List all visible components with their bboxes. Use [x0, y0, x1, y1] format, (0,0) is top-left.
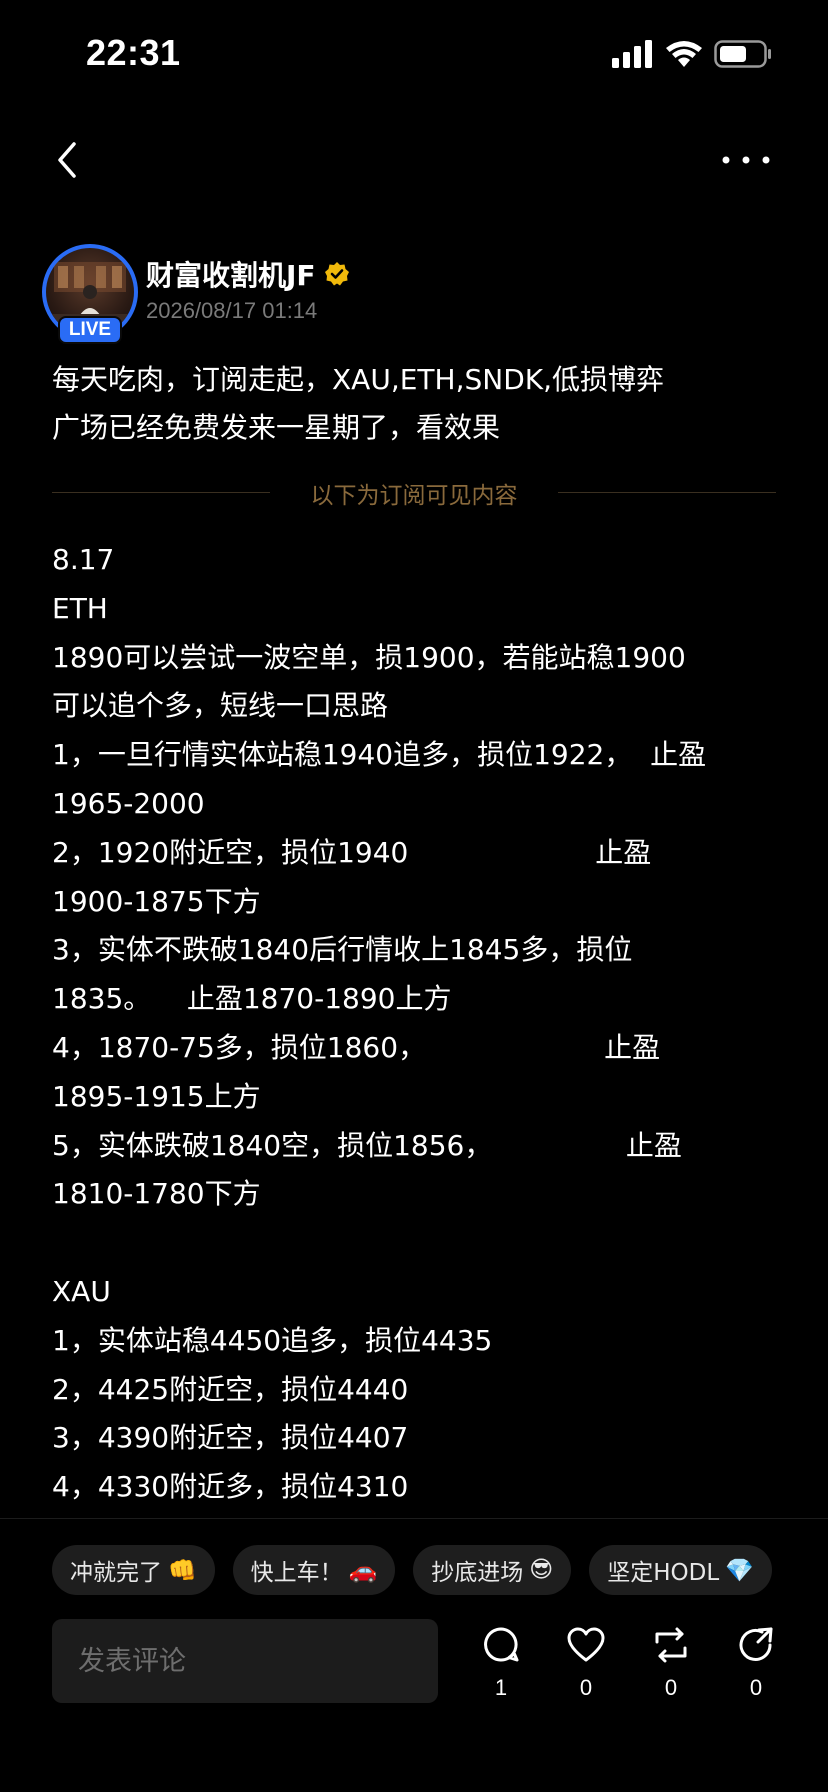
subscriber-content-divider: 以下为订阅可见内容	[52, 470, 776, 514]
content-line: 可以追个多，短线一口思路	[52, 689, 389, 723]
content-line: XAU	[52, 1274, 111, 1308]
repost-count: 0	[664, 1675, 678, 1700]
share-icon	[739, 1627, 773, 1661]
quick-reply-label: 冲就完了	[70, 1560, 162, 1586]
author-name: 财富收割机JF	[146, 259, 316, 292]
comment-button[interactable]: 1	[471, 1625, 531, 1701]
content-line: 1900-1875下方	[52, 884, 261, 918]
content-line: 4，1870-75多，损位1860， 止盈	[52, 1030, 661, 1064]
content-line: 2，1920附近空，损位1940 止盈	[52, 835, 652, 869]
content-line: 4，4330附近多，损位4310	[52, 1470, 409, 1504]
content-line: 3，4390附近空，损位4407	[52, 1421, 409, 1455]
content-line: 1895-1915上方	[52, 1079, 261, 1113]
content-line: 3，实体不跌破1840后行情收上1845多，损位	[52, 933, 633, 967]
like-button[interactable]: 0	[556, 1625, 616, 1701]
comment-count: 1	[494, 1675, 508, 1700]
post-intro-line: 广场已经免费发来一星期了，看效果	[52, 411, 501, 444]
quick-reply-emoji: 😎	[529, 1557, 554, 1583]
post-intro-text: 每天吃肉，订阅走起，XAU,ETH,SNDK,低损博弈 广场已经免费发来一星期了…	[52, 356, 792, 452]
content-line: 1890可以尝试一波空单，损1900，若能站稳1900	[52, 640, 686, 674]
repost-icon	[655, 1627, 687, 1663]
more-options-button[interactable]	[718, 136, 774, 184]
content-line: 2，4425附近空，损位4440	[52, 1372, 409, 1406]
cellular-signal-icon	[612, 40, 652, 68]
content-line: 1965-2000	[52, 786, 205, 820]
bottom-action-panel: 冲就完了👊 快上车！🚗 抄底进场😎 坚定HODL💎 1 0 0	[0, 1518, 828, 1792]
quick-reply-list: 冲就完了 👊 快上车！ 🚗 抄底进场 😎 坚定HODL 💎	[52, 1545, 772, 1595]
post-detail-screen: 22:31 LIVE 财富收割机JF 2026/08/17 01:14 每天吃肉…	[0, 0, 828, 1792]
content-line: 5，实体跌破1840空，损位1856， 止盈	[52, 1128, 682, 1162]
quick-reply-label: 坚定HODL	[607, 1560, 720, 1586]
post-timestamp: 2026/08/17 01:14	[146, 298, 318, 323]
status-time: 22:31	[86, 32, 181, 73]
wifi-icon	[666, 41, 702, 67]
content-line: 8.17	[52, 543, 115, 576]
comment-icon	[484, 1627, 519, 1662]
quick-reply-emoji: 🚗	[348, 1557, 378, 1584]
like-count: 0	[579, 1675, 593, 1700]
content-line: ETH	[52, 591, 108, 625]
share-button[interactable]: 0	[726, 1625, 786, 1701]
status-bar: 22:31	[0, 0, 828, 110]
content-line: 1835。 止盈1870-1890上方	[52, 982, 452, 1016]
quick-reply-chip[interactable]: 快上车！ 🚗	[232, 1545, 396, 1595]
divider-label: 以下为订阅可见内容	[310, 483, 518, 509]
heart-icon	[567, 1627, 605, 1662]
quick-reply-chip[interactable]: 冲就完了 👊	[52, 1545, 215, 1595]
author-avatar-button[interactable]: LIVE	[42, 244, 138, 344]
comment-input-box[interactable]	[52, 1619, 438, 1703]
share-count: 0	[749, 1675, 763, 1700]
content-line	[52, 1219, 792, 1268]
repost-button[interactable]: 0	[641, 1625, 701, 1701]
content-line: 1，实体站稳4450追多，损位4435	[52, 1323, 493, 1357]
live-badge: LIVE	[58, 316, 122, 344]
back-button[interactable]	[48, 136, 88, 184]
chevron-left-icon	[58, 142, 76, 178]
status-icons	[612, 40, 772, 68]
content-line: 1，一旦行情实体站稳1940追多，损位1922， 止盈	[52, 738, 707, 772]
quick-reply-label: 抄底进场	[431, 1560, 524, 1586]
subscriber-content: 8.17 ETH 1890可以尝试一波空单，损1900，若能站稳1900 可以追个多，…	[52, 536, 792, 1512]
quick-reply-label: 快上车！	[250, 1560, 343, 1586]
quick-reply-emoji: 💎	[725, 1557, 754, 1584]
content-line: 1810-1780下方	[52, 1177, 261, 1211]
comment-input[interactable]	[78, 1645, 438, 1677]
quick-reply-chip[interactable]: 坚定HODL 💎	[589, 1545, 772, 1595]
quick-reply-chip[interactable]: 抄底进场 😎	[413, 1545, 572, 1595]
author-name-row[interactable]: 财富收割机JF	[146, 254, 350, 294]
more-horizontal-icon	[722, 156, 770, 164]
divider-line-right	[558, 492, 776, 493]
post-intro-line: 每天吃肉，订阅走起，XAU,ETH,SNDK,低损博弈	[52, 363, 665, 396]
quick-reply-emoji: 👊	[168, 1557, 197, 1584]
battery-icon	[714, 40, 771, 68]
verified-badge-icon	[324, 262, 349, 286]
